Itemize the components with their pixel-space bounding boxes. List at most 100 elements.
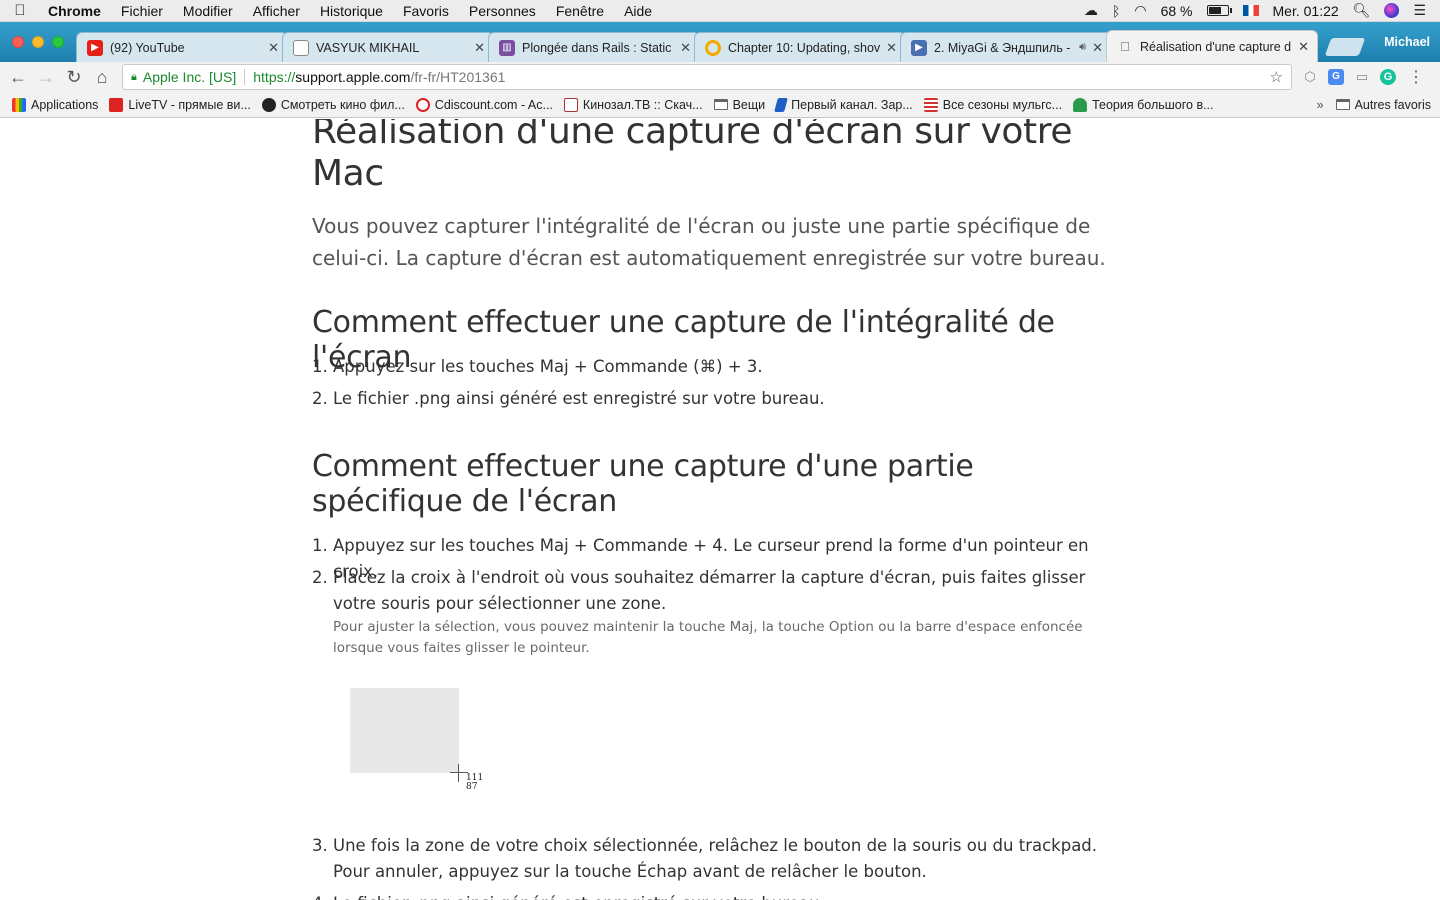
step-number: 4. — [312, 891, 328, 900]
bookmark-label: Смотреть кино фил... — [280, 97, 405, 112]
bookmark-kino[interactable]: Смотреть кино фил... — [261, 97, 405, 112]
tab-chapter10[interactable]: Chapter 10: Updating, shov ✕ — [694, 32, 906, 62]
menu-clock[interactable]: Mer. 01:22 — [1273, 3, 1339, 19]
new-tab-button[interactable] — [1324, 38, 1366, 56]
google-translate-icon[interactable]: G — [1328, 69, 1344, 85]
bluetooth-icon[interactable]: ᛒ — [1112, 3, 1120, 19]
spotlight-search-icon[interactable]: 🔍︎ — [1353, 2, 1371, 19]
menu-favoris[interactable]: Favoris — [393, 3, 459, 19]
bookmark-kinozal[interactable]: Кинозал.ТВ :: Скач... — [563, 97, 703, 112]
apple-menu-icon[interactable]:  — [0, 2, 40, 19]
list-item: 1. Appuyez sur les touches Maj + Command… — [312, 354, 1122, 380]
extension-shield-icon[interactable]: ⬡ — [1300, 69, 1320, 85]
list-item: 4. Le fichier .png ainsi généré est enre… — [312, 891, 1122, 900]
url-path: /fr-fr/HT201361 — [410, 69, 506, 85]
status-area: ☁ ᛒ ◠ 68 % Mer. 01:22 🔍︎ ☰ — [1084, 2, 1440, 19]
lock-icon[interactable]: 🔒︎ — [131, 71, 137, 84]
window-controls — [0, 36, 76, 48]
menu-afficher[interactable]: Afficher — [243, 3, 310, 19]
forward-arrow-icon[interactable]: → — [32, 67, 60, 88]
siri-icon[interactable] — [1384, 3, 1400, 18]
chrome-menu-icon[interactable]: ⋮ — [1408, 67, 1424, 87]
tabs: ▶ (92) YouTube ✕ VASYUK MIKHAIL ✕ ▥ Plon… — [76, 28, 1318, 62]
wifi-icon[interactable]: ◠ — [1134, 2, 1146, 19]
close-tab-icon[interactable]: ✕ — [268, 40, 279, 56]
bookmark-folder-veshchi[interactable]: Вещи — [713, 97, 766, 112]
list-item: 2. Placez la croix à l'endroit où vous s… — [312, 565, 1122, 617]
omnibox-divider — [244, 69, 246, 85]
menu-fichier[interactable]: Fichier — [111, 3, 173, 19]
cdiscount-icon — [415, 97, 430, 112]
menu-historique[interactable]: Historique — [310, 3, 393, 19]
bookmark-livetv[interactable]: LiveTV - прямые ви... — [109, 97, 251, 112]
url-scheme: https:// — [253, 69, 296, 85]
bookmark-label: Вещи — [732, 97, 766, 112]
youtube-icon: ▶ — [87, 39, 103, 56]
back-arrow-icon[interactable]: ← — [4, 67, 32, 88]
reload-icon[interactable]: ↻ — [60, 67, 88, 88]
ring-icon — [705, 39, 721, 56]
battery-fill — [1208, 7, 1221, 14]
step-text: Appuyez sur les touches Maj + Commande (… — [333, 357, 763, 376]
notification-center-icon[interactable]: ☰ — [1413, 2, 1426, 19]
menu-aide[interactable]: Aide — [614, 3, 662, 19]
tab-vasyuk[interactable]: VASYUK MIKHAIL ✕ — [282, 32, 494, 62]
kino-icon — [261, 97, 276, 112]
tree-icon — [1073, 97, 1088, 112]
browser-toolbar: ← → ↻ ⌂ 🔒︎ Apple Inc. [US] https:// supp… — [0, 62, 1440, 92]
tab-title: 2. MiyaGi & Эндшпиль - — [934, 40, 1071, 55]
minimize-window-button[interactable] — [32, 36, 44, 48]
bookmark-label: Cdiscount.com - Ac... — [434, 97, 553, 112]
grammarly-icon[interactable]: G — [1380, 69, 1396, 85]
tab-miyagi[interactable]: ▶ 2. MiyaGi & Эндшпиль - 🔊︎ ✕ — [900, 32, 1112, 62]
menu-app-name[interactable]: Chrome — [40, 3, 111, 19]
menu-fenetre[interactable]: Fenêtre — [546, 3, 614, 19]
menu-modifier[interactable]: Modifier — [173, 3, 243, 19]
close-window-button[interactable] — [12, 36, 24, 48]
audio-playing-icon[interactable]: 🔊︎ — [1079, 41, 1086, 54]
extension-card-icon[interactable]: ▭ — [1352, 69, 1372, 85]
section-partial-heading: Comment effectuer une capture d'une part… — [312, 449, 974, 519]
list-item: 2. Le fichier .png ainsi généré est enre… — [312, 386, 1122, 412]
bookmarks-bar: Applications LiveTV - прямые ви... Смотр… — [0, 92, 1440, 118]
battery-icon[interactable] — [1206, 5, 1232, 16]
bookmarks-overflow-chevron-icon[interactable]: » — [1317, 98, 1324, 112]
menu-personnes[interactable]: Personnes — [459, 3, 546, 19]
bookmark-teoriya[interactable]: Теория большого в... — [1073, 97, 1214, 112]
close-tab-icon[interactable]: ✕ — [474, 40, 485, 56]
other-bookmarks[interactable]: Autres favoris — [1335, 98, 1431, 112]
secure-site-label[interactable]: Apple Inc. [US] — [143, 69, 236, 85]
tab-youtube[interactable]: ▶ (92) YouTube ✕ — [76, 32, 288, 62]
selection-tip-note: Pour ajuster la sélection, vous pouvez m… — [333, 619, 1083, 656]
bookmark-label: Первый канал. Зар... — [791, 97, 913, 112]
tab-rails[interactable]: ▥ Plongée dans Rails : Static ✕ — [488, 32, 700, 62]
bookmark-cdiscount[interactable]: Cdiscount.com - Ac... — [415, 97, 553, 112]
step-number: 3. — [312, 836, 328, 855]
input-source-flag-icon[interactable] — [1242, 5, 1259, 16]
step-text: Placez la croix à l'endroit où vous souh… — [333, 568, 1086, 613]
close-tab-icon[interactable]: ✕ — [680, 40, 691, 56]
bookmark-star-icon[interactable]: ☆ — [1270, 68, 1283, 86]
folder-icon — [1335, 99, 1350, 110]
close-tab-icon[interactable]: ✕ — [1092, 40, 1103, 56]
home-icon[interactable]: ⌂ — [88, 67, 116, 88]
step-text: Le fichier .png ainsi généré est enregis… — [333, 389, 825, 408]
perviy-kanal-icon — [774, 97, 789, 112]
livetv-icon — [109, 97, 124, 112]
bookmark-applications[interactable]: Applications — [12, 97, 98, 112]
profile-name[interactable]: Michael — [1384, 35, 1440, 49]
battery-percent[interactable]: 68 % — [1161, 3, 1193, 19]
bookmark-label: LiveTV - прямые ви... — [128, 97, 251, 112]
bookmark-perviy-kanal[interactable]: Первый канал. Зар... — [774, 97, 913, 112]
creative-cloud-icon[interactable]: ☁ — [1084, 2, 1098, 19]
bookmark-vse-sezony[interactable]: Все сезоны мульгс... — [923, 97, 1062, 112]
tab-title: Chapter 10: Updating, shov — [728, 40, 881, 55]
tab-title: (92) YouTube — [110, 40, 185, 55]
kinozal-icon — [563, 97, 578, 112]
tab-apple-support[interactable]:  Réalisation d'une capture d ✕ — [1106, 30, 1318, 62]
close-tab-icon[interactable]: ✕ — [1298, 39, 1309, 55]
close-tab-icon[interactable]: ✕ — [886, 40, 897, 56]
address-bar[interactable]: 🔒︎ Apple Inc. [US] https:// support.appl… — [122, 64, 1292, 90]
maximize-window-button[interactable] — [52, 36, 64, 48]
play-icon: ▶ — [911, 39, 927, 56]
